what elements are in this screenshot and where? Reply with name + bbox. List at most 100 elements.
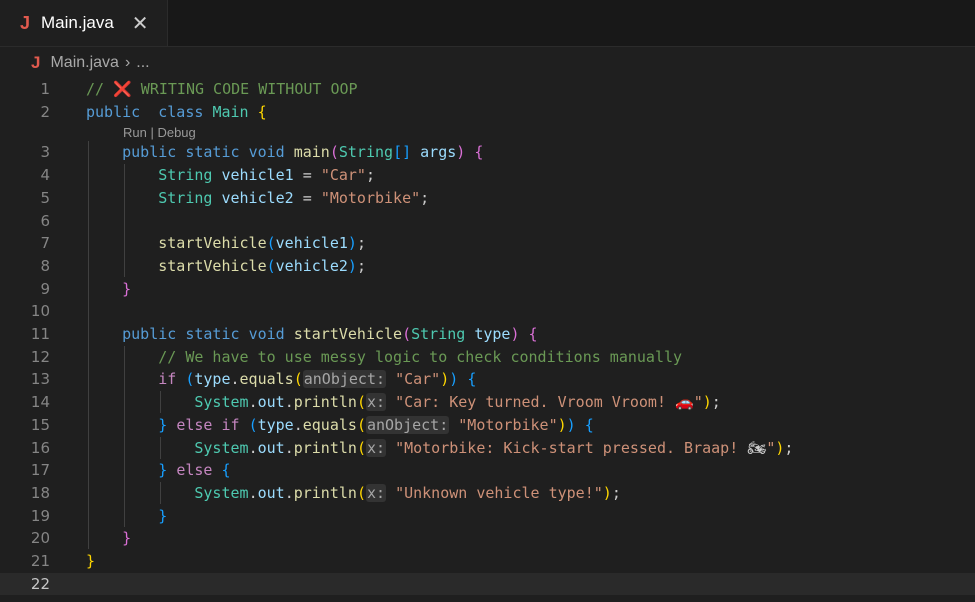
- code-line[interactable]: 6: [0, 210, 975, 232]
- code-token: ): [702, 393, 712, 412]
- code-line[interactable]: 1 // ❌ WRITING CODE WITHOUT OOP: [0, 78, 975, 100]
- tab-main-java[interactable]: J Main.java ✕: [0, 0, 168, 46]
- code-token: ;: [356, 234, 366, 253]
- code-line[interactable]: 19 }: [0, 505, 975, 527]
- line-number: 4: [40, 166, 50, 185]
- codelens-run-debug[interactable]: Run | Debug: [123, 123, 196, 143]
- code-line[interactable]: 7 startVehicle(vehicle1);: [0, 232, 975, 254]
- code-token: {: [221, 461, 231, 480]
- code-token: out: [257, 438, 285, 457]
- code-text: // We have to use messy logic to check c…: [86, 346, 682, 368]
- code-token: type: [257, 415, 294, 434]
- inlay-hint: x:: [365, 438, 387, 457]
- code-line[interactable]: 16 System.out.println(x: "Motorbike: Kic…: [0, 437, 975, 459]
- code-token: =: [293, 188, 321, 207]
- code-token: "Motorbike: Kick-start pressed. Braap!: [395, 438, 748, 457]
- code-token: ;: [784, 438, 794, 457]
- line-number: 18: [30, 483, 50, 502]
- line-number: 5: [40, 188, 50, 207]
- line-number: 16: [30, 438, 50, 457]
- code-text: }: [86, 550, 95, 572]
- code-token: .: [284, 438, 294, 457]
- code-line[interactable]: 15 } else if (type.equals(anObject: "Mot…: [0, 414, 975, 436]
- line-number: 14: [30, 393, 50, 412]
- code-token: ;: [365, 166, 375, 185]
- code-token: Main: [212, 102, 249, 121]
- code-line[interactable]: 11 public static void startVehicle(Strin…: [0, 323, 975, 345]
- code-line[interactable]: 4 String vehicle1 = "Car";: [0, 164, 975, 186]
- code-token: }: [158, 415, 168, 434]
- code-token: (: [266, 256, 276, 275]
- code-token: (: [356, 438, 366, 457]
- code-token: "Unknown vehicle type!": [395, 483, 603, 502]
- code-line[interactable]: 14 System.out.println(x: "Car: Key turne…: [0, 391, 975, 413]
- code-text: String vehicle2 = "Motorbike";: [86, 187, 429, 209]
- code-line[interactable]: 20 }: [0, 527, 975, 549]
- code-token: if: [221, 415, 240, 434]
- code-token: ": [766, 438, 776, 457]
- code-token: (: [402, 325, 412, 343]
- line-number: 22: [30, 574, 50, 593]
- code-token: 🚗: [675, 393, 694, 412]
- code-token: ): [557, 415, 567, 434]
- code-editor[interactable]: Run | Debug 1 // ❌ WRITING CODE WITHOUT O…: [0, 78, 975, 602]
- code-token: public: [86, 102, 141, 121]
- code-token: vehicle1: [275, 234, 348, 253]
- code-line[interactable]: 10: [0, 300, 975, 322]
- code-line[interactable]: 17 } else {: [0, 459, 975, 481]
- code-token: void: [248, 325, 285, 343]
- code-token: static: [185, 325, 240, 343]
- code-token: // We have to use messy logic to check c…: [158, 347, 683, 366]
- code-token: }: [158, 461, 168, 480]
- code-line[interactable]: 13 if (type.equals(anObject: "Car")) {: [0, 368, 975, 390]
- code-line[interactable]: 3 public static void main(String[] args)…: [0, 141, 975, 163]
- inlay-hint: x:: [365, 483, 387, 502]
- breadcrumb-file[interactable]: Main.java: [50, 54, 118, 72]
- code-token: ): [602, 483, 612, 502]
- code-token: (: [356, 415, 366, 434]
- code-line[interactable]: 8 startVehicle(vehicle2);: [0, 255, 975, 277]
- indent-guide: [124, 345, 126, 527]
- code-token: .: [284, 393, 294, 412]
- code-line[interactable]: 2 public class Main {: [0, 101, 975, 123]
- code-token: vehicle2: [221, 188, 294, 207]
- code-token: "Car": [395, 370, 441, 389]
- code-text: }: [86, 278, 131, 300]
- code-token: ): [456, 143, 466, 162]
- code-token: .: [248, 483, 258, 502]
- code-token: else: [176, 415, 213, 434]
- code-line[interactable]: 22: [0, 572, 975, 595]
- code-token: println: [293, 483, 357, 502]
- breadcrumb-symbol[interactable]: ...: [136, 54, 149, 72]
- code-line[interactable]: 5 String vehicle2 = "Motorbike";: [0, 187, 975, 209]
- java-file-icon: J: [20, 12, 31, 33]
- code-line[interactable]: 12 // We have to use messy logic to chec…: [0, 346, 975, 368]
- code-token: String: [338, 143, 394, 162]
- close-icon[interactable]: ✕: [132, 11, 149, 36]
- code-token: main: [293, 143, 330, 162]
- code-line[interactable]: 21}: [0, 550, 975, 572]
- indent-guide: [88, 141, 89, 550]
- code-token: =: [293, 166, 321, 185]
- indent-guide: [160, 436, 162, 459]
- code-token: (: [329, 143, 339, 162]
- code-line[interactable]: 9 }: [0, 278, 975, 300]
- code-line[interactable]: 18 System.out.println(x: "Unknown vehicl…: [0, 482, 975, 504]
